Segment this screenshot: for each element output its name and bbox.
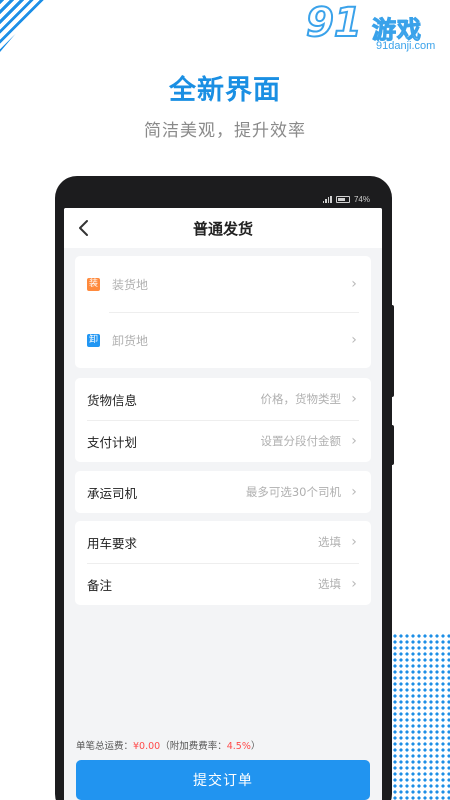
address-card: 装 装货地 › 卸 卸货地 › xyxy=(75,256,371,368)
driver-card: 承运司机 最多可选30个司机 › xyxy=(75,471,371,513)
unloading-address-row[interactable]: 卸 卸货地 › xyxy=(75,312,371,368)
rate-suffix: ） xyxy=(250,741,261,752)
rate-value: 4.5% xyxy=(226,741,251,752)
payment-plan-row[interactable]: 支付计划 设置分段付金额 › xyxy=(75,420,371,462)
logo-url: 91danji.com xyxy=(376,40,436,52)
battery-icon xyxy=(335,195,350,203)
unloading-address-placeholder: 卸货地 xyxy=(112,333,149,348)
chevron-right-icon: › xyxy=(351,534,357,550)
chevron-right-icon: › xyxy=(351,332,357,348)
freight-summary: 单笔总运费：¥0.00（附加费费率：4.5%） xyxy=(76,738,260,752)
payment-plan-label: 支付计划 xyxy=(87,434,138,450)
chevron-right-icon: › xyxy=(351,276,357,292)
chevron-right-icon: › xyxy=(351,484,357,500)
loading-address-placeholder: 装货地 xyxy=(112,277,149,292)
decorative-stripes xyxy=(0,0,44,52)
extras-card: 用车要求 选填 › 备注 选填 › xyxy=(75,521,371,605)
promo-headline: 全新界面 xyxy=(169,75,281,106)
page-title: 普通发货 xyxy=(192,219,253,238)
chevron-right-icon: › xyxy=(351,576,357,592)
chevron-right-icon: › xyxy=(351,391,357,407)
goods-info-hint: 价格，货物类型 xyxy=(260,392,342,406)
cargo-card: 货物信息 价格，货物类型 › 支付计划 设置分段付金额 › xyxy=(75,378,371,462)
status-bar: 74% xyxy=(64,190,382,208)
carrier-driver-hint: 最多可选30个司机 xyxy=(245,485,341,499)
logo-numeral: 91 xyxy=(305,0,363,47)
remarks-row[interactable]: 备注 选填 › xyxy=(75,563,371,605)
carrier-driver-label: 承运司机 xyxy=(87,485,138,501)
signal-icon xyxy=(322,195,332,203)
decorative-dots xyxy=(392,633,450,800)
site-logo: 91 游戏 91danji.com xyxy=(305,0,446,54)
vehicle-requirement-row[interactable]: 用车要求 选填 › xyxy=(75,521,371,563)
app-screen: 普通发货 装 装货地 › 卸 卸货地 › 货物信息 价格，货物类型 › 支付计划… xyxy=(64,208,382,800)
payment-plan-hint: 设置分段付金额 xyxy=(260,434,342,448)
remarks-hint: 选填 xyxy=(318,577,341,591)
vehicle-requirement-hint: 选填 xyxy=(318,535,341,549)
fee-label: 单笔总运费： xyxy=(76,741,134,752)
loading-address-row[interactable]: 装 装货地 › xyxy=(75,256,371,312)
fee-value: ¥0.00 xyxy=(133,741,161,752)
remarks-label: 备注 xyxy=(87,577,113,593)
nav-bar: 普通发货 xyxy=(64,208,382,248)
unloading-tag: 卸 xyxy=(87,333,100,347)
vehicle-requirement-label: 用车要求 xyxy=(87,535,138,551)
promo-subline: 简洁美观，提升效率 xyxy=(144,121,306,141)
chevron-right-icon: › xyxy=(351,433,357,449)
phone-side-button xyxy=(390,305,394,397)
chevron-left-icon[interactable] xyxy=(72,216,96,240)
loading-tag: 装 xyxy=(87,277,100,291)
goods-info-row[interactable]: 货物信息 价格，货物类型 › xyxy=(75,378,371,420)
carrier-driver-row[interactable]: 承运司机 最多可选30个司机 › xyxy=(75,471,371,513)
battery-level: 74% xyxy=(353,194,370,204)
phone-side-button xyxy=(390,425,394,465)
submit-order-button[interactable]: 提交订单 xyxy=(76,760,370,800)
rate-label: （附加费费率： xyxy=(160,741,227,752)
goods-info-label: 货物信息 xyxy=(87,392,138,408)
